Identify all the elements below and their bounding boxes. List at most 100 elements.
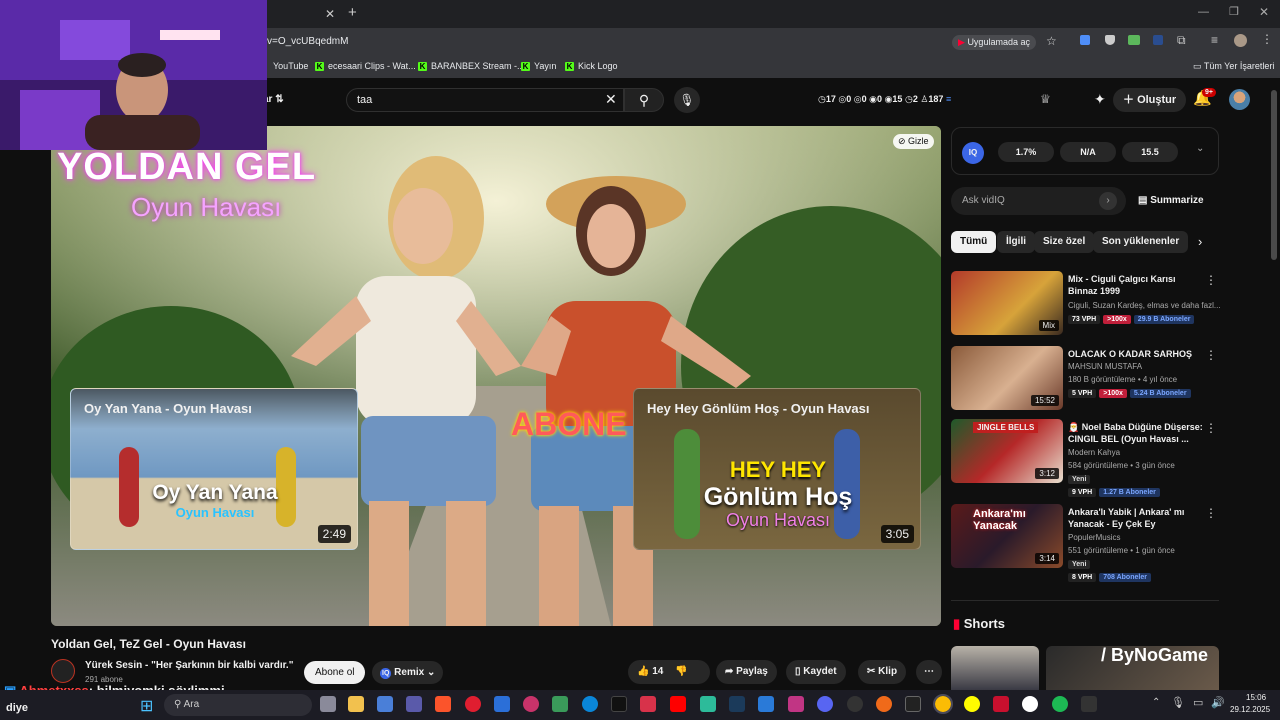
app-icon[interactable] <box>700 696 716 712</box>
video-player[interactable]: ⊘ Gizle YOLDAN GEL Oyun Havası ABONE Oy … <box>51 126 941 626</box>
scrollbar-thumb[interactable] <box>1271 90 1277 260</box>
profile-avatar[interactable] <box>1234 34 1247 47</box>
window-close-icon[interactable]: ✕ <box>1259 5 1269 19</box>
remix-button[interactable]: IQ Remix ⌄ <box>372 661 444 684</box>
short-thumbnail[interactable] <box>951 646 1039 690</box>
store-icon[interactable] <box>494 696 510 712</box>
volume-icon[interactable]: 🔊 <box>1211 696 1225 709</box>
windows-start-icon[interactable]: ⊞ <box>140 696 153 716</box>
bookmark-kick-logo[interactable]: K Kick Logo <box>565 61 618 71</box>
open-in-app-button[interactable]: ▶ Uygulamada aç <box>952 35 1036 50</box>
new-tab-icon[interactable]: + <box>348 4 357 21</box>
tiktok-icon[interactable] <box>611 696 627 712</box>
chip-recent[interactable]: Son yüklenenler <box>1093 231 1189 253</box>
more-vert-icon[interactable]: ⋮ <box>1205 273 1217 287</box>
bookmark-star-icon[interactable]: ☆ <box>1046 34 1057 48</box>
network-icon[interactable]: ▭ <box>1193 696 1203 709</box>
shield-icon[interactable] <box>1105 35 1115 45</box>
channel-avatar[interactable] <box>51 659 75 683</box>
app-icon[interactable] <box>876 696 892 712</box>
tray-chevron-icon[interactable]: ⌃ <box>1152 697 1160 708</box>
thumbs-up-icon[interactable]: 👍 <box>637 666 649 677</box>
snapchat-icon[interactable] <box>964 696 980 712</box>
all-bookmarks[interactable]: ▭ Tüm Yer İşaretleri <box>1193 61 1274 72</box>
url-text[interactable]: v=O_vcUBqedmM <box>267 36 348 47</box>
reading-list-icon[interactable]: ≡ <box>1211 33 1218 47</box>
clear-search-icon[interactable]: ✕ <box>605 91 617 108</box>
endcard-video-right[interactable]: Hey Hey Gönlüm Hoş - Oyun Havası HEY HEY… <box>633 388 921 550</box>
edge-icon[interactable] <box>582 696 598 712</box>
close-tab-icon[interactable]: ✕ <box>325 7 335 21</box>
task-view-icon[interactable] <box>320 696 336 712</box>
search-input[interactable]: taa <box>346 88 624 112</box>
trophy-icon[interactable]: ♕ <box>1040 92 1051 106</box>
mic-button[interactable]: 🎙 <box>674 87 700 113</box>
extension-icon[interactable] <box>1128 35 1140 45</box>
bookmark-youtube[interactable]: YouTube <box>273 61 308 71</box>
webcam-overlay <box>0 0 267 150</box>
app-icon[interactable] <box>993 696 1009 712</box>
app-icon[interactable] <box>1081 696 1097 712</box>
related-video[interactable]: Mix Mix - Ciguli Çalgıcı Karısı Binnaz 1… <box>951 271 1221 337</box>
short-thumbnail[interactable]: / ByNoGame <box>1046 646 1219 690</box>
endcard-video-left[interactable]: Oy Yan Yana - Oyun Havası Oy Yan Yana Oy… <box>70 388 358 550</box>
yandex-icon[interactable] <box>1022 696 1038 712</box>
more-vert-icon[interactable]: ⋮ <box>1205 421 1217 435</box>
restore-icon[interactable]: ❐ <box>1229 5 1239 18</box>
app-icon[interactable] <box>640 696 656 712</box>
more-vert-icon[interactable]: ⋮ <box>1205 348 1217 362</box>
chip-for-you[interactable]: Size özel <box>1034 231 1095 253</box>
search-button[interactable]: ⚲ <box>624 88 664 112</box>
minimize-icon[interactable]: — <box>1198 6 1209 18</box>
ask-vidiq-input[interactable]: Ask vidIQ › <box>951 187 1126 215</box>
youtube-app-icon[interactable] <box>670 696 686 712</box>
clip-button[interactable]: ✂ Klip <box>858 660 907 684</box>
instagram-icon[interactable] <box>788 696 804 712</box>
related-video[interactable]: JINGLE BELLS 3:12 🎅 Noel Baba Düğüne Düş… <box>951 419 1219 497</box>
epic-games-icon[interactable] <box>905 696 921 712</box>
app-icon[interactable] <box>758 696 774 712</box>
more-actions-icon[interactable]: ⋯ <box>916 660 942 684</box>
subscribe-button[interactable]: Abone ol <box>304 661 366 684</box>
chevron-down-icon[interactable]: ⌄ <box>1196 143 1204 154</box>
chip-all[interactable]: Tümü <box>951 231 997 253</box>
hide-overlay-button[interactable]: ⊘ Gizle <box>893 134 934 149</box>
channel-name[interactable]: Yürek Sesin - "Her Şarkının bir kalbi va… <box>85 660 293 671</box>
more-vert-icon[interactable]: ⋮ <box>1205 506 1217 520</box>
discord-icon[interactable] <box>817 696 833 712</box>
app-icon[interactable] <box>552 696 568 712</box>
opera-icon[interactable] <box>465 696 481 712</box>
eye-icon: ◉ <box>869 94 878 104</box>
brave-icon[interactable] <box>435 696 451 712</box>
bookmark-ecesaari[interactable]: Kecesaari Clips - Wat... <box>315 61 416 71</box>
like-dislike-group[interactable]: 👍 14 👎 <box>628 660 710 684</box>
puzzle-icon[interactable]: ⧉ <box>1177 33 1186 48</box>
bookmark-yayin[interactable]: K Yayın <box>521 61 556 71</box>
mic-tray-icon[interactable]: 🎙 <box>1171 696 1185 709</box>
media-player-icon[interactable] <box>523 696 539 712</box>
file-explorer-icon[interactable] <box>348 696 364 712</box>
extension-icon[interactable] <box>1080 35 1090 45</box>
create-button[interactable]: ＋ Oluştur <box>1113 88 1187 112</box>
save-button[interactable]: ▯ Kaydet <box>786 660 846 684</box>
extension-icon[interactable] <box>1153 35 1163 45</box>
bookmark-baranbex[interactable]: K BARANBEX Stream -... <box>418 61 525 71</box>
app-icon[interactable] <box>847 696 863 712</box>
chip-related[interactable]: İlgili <box>997 231 1035 253</box>
account-avatar[interactable] <box>1229 89 1250 110</box>
spotify-icon[interactable] <box>1052 696 1068 712</box>
chevron-right-icon[interactable]: › <box>1198 234 1202 249</box>
steam-icon[interactable] <box>729 696 745 712</box>
send-icon[interactable]: › <box>1099 192 1117 210</box>
share-button[interactable]: ➦ Paylaş <box>716 660 777 684</box>
vidiq-spark-icon[interactable]: ✦ <box>1094 91 1106 108</box>
copilot-icon[interactable] <box>377 696 393 712</box>
related-video[interactable]: Ankara'mı Yanacak 3:14 Ankara'lı Yabik |… <box>951 504 1219 588</box>
chrome-icon[interactable] <box>933 694 953 714</box>
thumbs-down-icon[interactable]: 👎 <box>675 666 687 677</box>
menu-icon[interactable]: ⋮ <box>1261 32 1273 46</box>
summarize-button[interactable]: ▤ Summarize <box>1138 195 1204 206</box>
taskbar-search-input[interactable]: ⚲ Ara <box>164 694 312 716</box>
related-video[interactable]: 15:52 OLACAK O KADAR SARHOŞ MAHSUN MUSTA… <box>951 346 1219 410</box>
app-icon[interactable] <box>406 696 422 712</box>
